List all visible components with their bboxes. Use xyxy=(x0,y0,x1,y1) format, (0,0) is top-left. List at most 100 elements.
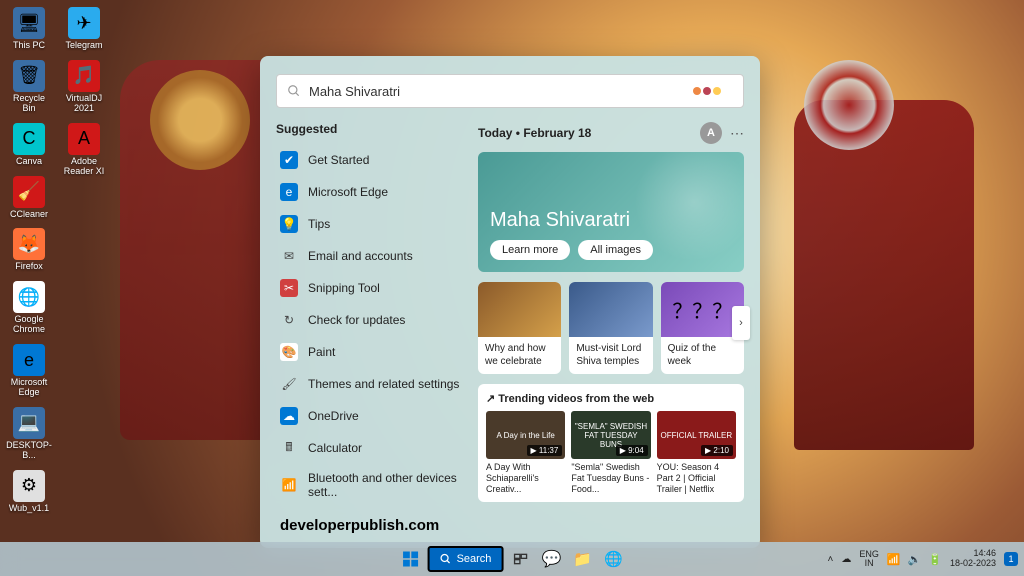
video-thumbnail: "SEMLA" SWEDISH FAT TUESDAY BUNS▶ 9:04 xyxy=(571,411,650,459)
suggested-item-10[interactable]: 📶 Bluetooth and other devices sett... xyxy=(276,464,464,506)
suggested-item-1[interactable]: e Microsoft Edge xyxy=(276,176,464,208)
suggested-label: Paint xyxy=(308,345,335,359)
start-button[interactable] xyxy=(397,545,425,573)
trending-box: ↗ Trending videos from the web A Day in … xyxy=(478,384,744,502)
suggested-label: Calculator xyxy=(308,441,362,455)
icon-label: Recycle Bin xyxy=(7,94,51,114)
card-caption: Must-visit Lord Shiva temples xyxy=(569,337,652,374)
suggested-item-2[interactable]: 💡 Tips xyxy=(276,208,464,240)
suggested-label: Themes and related settings xyxy=(308,377,459,391)
card-image xyxy=(569,282,652,337)
icon-label: Wub_v1.1 xyxy=(9,504,49,514)
suggested-icon: 🖩 xyxy=(280,439,298,457)
app-icon: 🦊 xyxy=(13,228,45,260)
suggested-title: Suggested xyxy=(276,122,464,136)
suggested-item-8[interactable]: ☁OneDrive xyxy=(276,400,464,432)
icon-label: Canva xyxy=(16,157,42,167)
suggested-label: Email and accounts xyxy=(308,249,413,263)
taskbar: Search 💬 📁 🌐 ˄ ☁ ENGIN 📶 🔊 🔋 14:4618-02-… xyxy=(0,542,1024,576)
language-indicator[interactable]: ENGIN xyxy=(859,550,879,568)
desktop-icon-c1-5[interactable]: 🌐Google Chrome xyxy=(5,279,53,337)
suggested-item-4[interactable]: ✂Snipping Tool xyxy=(276,272,464,304)
suggested-item-3[interactable]: ✉ Email and accounts xyxy=(276,240,464,272)
onedrive-tray-icon[interactable]: ☁ xyxy=(841,554,851,565)
desktop-icon-c2-0[interactable]: ✈Telegram xyxy=(60,5,108,53)
suggested-icon: 🖌 xyxy=(280,375,298,393)
desktop-icon-c1-3[interactable]: 🧹CCleaner xyxy=(5,174,53,222)
date-header: Today • February 18 xyxy=(478,126,591,140)
desktop-icon-c2-2[interactable]: AAdobe Reader XI xyxy=(60,121,108,179)
icon-label: Microsoft Edge xyxy=(7,378,51,398)
chat-button[interactable]: 💬 xyxy=(537,545,565,573)
hero-card[interactable]: Maha Shivaratri Learn more All images xyxy=(478,152,744,272)
suggested-label: Tips xyxy=(308,217,330,231)
search-input[interactable] xyxy=(309,84,685,99)
video-caption: YOU: Season 4 Part 2 | Official Trailer … xyxy=(657,462,736,494)
suggested-item-6[interactable]: 🎨Paint xyxy=(276,336,464,368)
video-card-2[interactable]: OFFICIAL TRAILER▶ 2:10YOU: Season 4 Part… xyxy=(657,411,736,494)
desktop-icon-c1-1[interactable]: 🗑Recycle Bin xyxy=(5,58,53,116)
video-caption: "Semla" Swedish Fat Tuesday Buns - Food.… xyxy=(571,462,650,494)
icon-label: VirtualDJ 2021 xyxy=(62,94,106,114)
user-avatar[interactable]: A xyxy=(700,122,722,144)
wifi-icon[interactable]: 📶 xyxy=(887,553,901,566)
video-card-1[interactable]: "SEMLA" SWEDISH FAT TUESDAY BUNS▶ 9:04"S… xyxy=(571,411,650,494)
taskbar-search-label: Search xyxy=(457,553,492,565)
suggested-icon: e xyxy=(280,183,298,201)
taskbar-center: Search 💬 📁 🌐 xyxy=(397,542,628,576)
desktop-icon-c1-8[interactable]: ⚙ Wub_v1.1 xyxy=(5,468,53,516)
taskbar-search-button[interactable]: Search xyxy=(428,546,504,572)
chrome-taskbar-button[interactable]: 🌐 xyxy=(599,545,627,573)
suggested-item-7[interactable]: 🖌 Themes and related settings xyxy=(276,368,464,400)
desktop-icon-c1-0[interactable]: 🖥This PC xyxy=(5,5,53,53)
suggested-icon: ↻ xyxy=(280,311,298,329)
notification-badge[interactable]: 1 xyxy=(1004,552,1018,566)
video-caption: A Day With Schiaparelli's Creativ... xyxy=(486,462,565,494)
desktop-icons-col2: ✈Telegram 🎵VirtualDJ 2021 AAdobe Reader XI xyxy=(60,5,108,178)
video-duration: ▶ 11:37 xyxy=(527,445,563,456)
search-box[interactable] xyxy=(276,74,744,108)
app-icon: ✈ xyxy=(68,7,100,39)
app-icon: 🗑 xyxy=(13,60,45,92)
desktop-icon-c1-4[interactable]: 🦊 Firefox xyxy=(5,226,53,274)
desktop-icon-c2-1[interactable]: 🎵VirtualDJ 2021 xyxy=(60,58,108,116)
suggested-icon: ✉ xyxy=(280,247,298,265)
all-images-button[interactable]: All images xyxy=(578,240,653,260)
icon-label: Firefox xyxy=(15,262,43,272)
tray-chevron-icon[interactable]: ˄ xyxy=(827,554,833,565)
task-view-button[interactable] xyxy=(506,545,534,573)
desktop-icons-col1: 🖥This PC 🗑Recycle Bin CCanva 🧹CCleaner 🦊 Fire… xyxy=(5,5,53,516)
highlight-card-0[interactable]: Why and how we celebrate xyxy=(478,282,561,374)
suggested-icon: 📶 xyxy=(280,476,298,494)
learn-more-button[interactable]: Learn more xyxy=(490,240,570,260)
more-icon[interactable]: ⋯ xyxy=(730,125,744,142)
highlight-card-1[interactable]: Must-visit Lord Shiva temples xyxy=(569,282,652,374)
video-card-0[interactable]: A Day in the Life▶ 11:37A Day With Schia… xyxy=(486,411,565,494)
video-duration: ▶ 9:04 xyxy=(616,445,648,456)
card-caption: Why and how we celebrate xyxy=(478,337,561,374)
app-icon: e xyxy=(13,344,45,376)
scroll-right-button[interactable]: › xyxy=(732,306,750,340)
battery-icon[interactable]: 🔋 xyxy=(928,553,942,566)
app-icon: ⚙ xyxy=(13,470,45,502)
desktop-icon-c1-7[interactable]: 💻DESKTOP-B... xyxy=(5,405,53,463)
video-thumbnail: A Day in the Life▶ 11:37 xyxy=(486,411,565,459)
hero-title: Maha Shivaratri xyxy=(490,209,732,232)
suggested-item-9[interactable]: 🖩 Calculator xyxy=(276,432,464,464)
clock[interactable]: 14:4618-02-2023 xyxy=(950,549,996,569)
volume-icon[interactable]: 🔊 xyxy=(908,553,922,566)
suggested-icon: 💡 xyxy=(280,215,298,233)
search-panel: Suggested ✔Get Started e Microsoft Edge 💡 Ti… xyxy=(260,56,760,548)
suggested-icon: ✔ xyxy=(280,151,298,169)
app-icon: A xyxy=(68,123,100,155)
desktop-icon-c1-2[interactable]: CCanva xyxy=(5,121,53,169)
suggested-label: Microsoft Edge xyxy=(308,185,388,199)
app-icon: 💻 xyxy=(13,407,45,439)
suggested-label: Bluetooth and other devices sett... xyxy=(308,471,460,499)
suggested-item-0[interactable]: ✔Get Started xyxy=(276,144,464,176)
suggested-label: Snipping Tool xyxy=(308,281,380,295)
suggested-item-5[interactable]: ↻Check for updates xyxy=(276,304,464,336)
trending-header: ↗ Trending videos from the web xyxy=(486,392,736,405)
file-explorer-button[interactable]: 📁 xyxy=(568,545,596,573)
desktop-icon-c1-6[interactable]: eMicrosoft Edge xyxy=(5,342,53,400)
